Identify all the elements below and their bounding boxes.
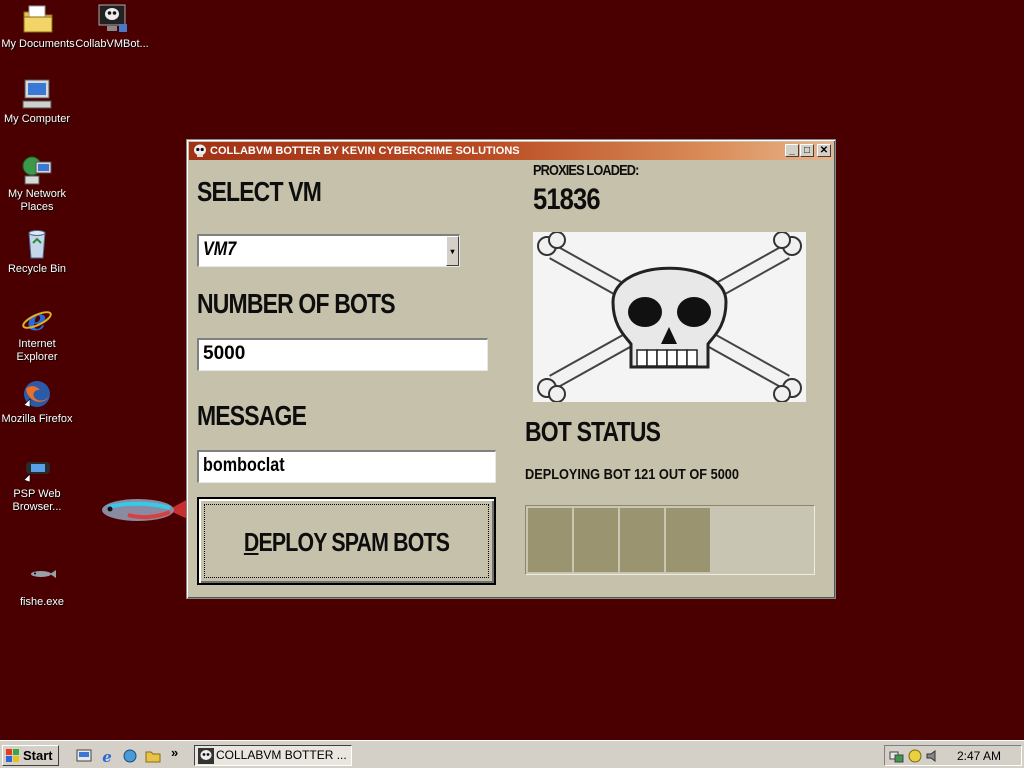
start-button[interactable]: Start (2, 745, 59, 766)
vm-select[interactable]: VM7 ▾ (197, 234, 460, 267)
progress-block (666, 508, 710, 572)
bot-status-label: BOT STATUS (525, 416, 661, 447)
window-titlebar[interactable]: COLLABVM BOTTER BY KEVIN CYBERCRIME SOLU… (189, 142, 833, 160)
svg-text:e: e (27, 303, 46, 336)
desktop-icon-internet-explorer[interactable]: e Internet Explorer (0, 302, 77, 364)
taskbar: Start e » COLLABVM BOTTER ... 2:47 AM (0, 740, 1024, 768)
vm-select-value: VM7 (203, 239, 237, 260)
message-input[interactable]: bomboclat (197, 450, 496, 483)
window-title: COLLABVM BOTTER BY KEVIN CYBERCRIME SOLU… (210, 145, 520, 157)
deploy-progress-bar (525, 505, 815, 575)
swimming-fish-icon (102, 498, 190, 521)
taskbar-button-label: COLLABVM BOTTER ... (216, 748, 347, 762)
tray-security-icon[interactable] (907, 748, 923, 764)
desktop-icon-label: Internet Explorer (16, 338, 58, 363)
desktop-icon-psp-web-browser[interactable]: PSP Web Browser... (0, 452, 77, 514)
message-value: bomboclat (203, 455, 285, 476)
taskbar-button-collabvm-botter[interactable]: COLLABVM BOTTER ... (194, 745, 352, 766)
progress-block (528, 508, 572, 572)
desktop-icon-label: My Computer (3, 113, 71, 125)
desktop-icon-label: PSP Web Browser... (12, 488, 62, 513)
show-desktop-icon[interactable] (76, 748, 92, 764)
bot-status-text: DEPLOYING BOT 121 OUT OF 5000 (525, 466, 739, 483)
proxies-loaded-label: PROXIES LOADED: (533, 162, 639, 179)
ie-icon: e (22, 303, 52, 336)
desktop-icon-label: My Documents (1, 38, 75, 50)
desktop-icon-recycle-bin[interactable]: Recycle Bin (0, 227, 77, 276)
windows-logo-icon (6, 749, 19, 762)
message-label: MESSAGE (197, 400, 307, 431)
desktop-icon-my-computer[interactable]: My Computer (0, 77, 77, 126)
skull-exe-icon (98, 4, 127, 32)
desktop-icon-label: fishe.exe (19, 596, 65, 608)
svg-text:e: e (102, 748, 112, 764)
progress-block (620, 508, 664, 572)
close-button[interactable]: ✕ (817, 144, 831, 157)
desktop-icon-collabvmbot[interactable]: CollabVMBot... (72, 2, 152, 51)
system-tray: 2:47 AM (884, 745, 1022, 766)
folder-documents-icon (23, 5, 53, 33)
recycle-bin-icon (28, 230, 46, 259)
network-quicklaunch-icon[interactable] (122, 748, 138, 764)
deploy-spam-bots-button[interactable]: DEPLOY SPAM BOTS (197, 497, 496, 585)
desktop-icon-label: CollabVMBot... (75, 38, 149, 50)
start-label: Start (23, 748, 53, 763)
psp-icon (23, 462, 50, 483)
skull-crossbones-icon (537, 232, 802, 402)
desktop-icon-my-network-places[interactable]: My Network Places (0, 152, 77, 214)
ie-quicklaunch-icon[interactable]: e (99, 748, 115, 764)
explorer-quicklaunch-icon[interactable] (145, 748, 161, 764)
skull-crossbones-image (533, 232, 806, 402)
number-of-bots-label: NUMBER OF BOTS (197, 288, 396, 319)
maximize-button[interactable]: □ (800, 144, 814, 157)
network-icon (22, 156, 52, 185)
proxies-loaded-value: 51836 (533, 183, 601, 216)
firefox-icon (23, 381, 50, 408)
deploy-button-label: DEPLOY SPAM BOTS (243, 527, 450, 557)
desktop-icon-my-documents[interactable]: My Documents (0, 2, 78, 51)
skull-app-icon (198, 748, 214, 764)
chevron-down-icon[interactable]: ▾ (446, 236, 459, 266)
select-vm-label: SELECT VM (197, 176, 322, 207)
desktop-icon-fishe-exe[interactable]: fishe.exe (2, 560, 82, 609)
number-of-bots-input[interactable]: 5000 (197, 338, 488, 371)
computer-icon (22, 79, 52, 109)
desktop-icon-label: Recycle Bin (7, 263, 67, 275)
tray-network-icon[interactable] (889, 748, 905, 764)
skull-app-icon (194, 144, 206, 157)
tray-volume-icon[interactable] (925, 748, 941, 764)
desktop-icon-mozilla-firefox[interactable]: Mozilla Firefox (0, 377, 77, 426)
clock[interactable]: 2:47 AM (957, 749, 1001, 763)
fish-icon (31, 570, 56, 578)
desktop-icon-label: Mozilla Firefox (1, 413, 73, 425)
progress-block (574, 508, 618, 572)
minimize-button[interactable]: _ (785, 144, 799, 157)
quicklaunch-overflow-icon[interactable]: » (171, 745, 178, 760)
number-of-bots-value: 5000 (203, 343, 246, 364)
desktop-icon-label: My Network Places (7, 188, 67, 213)
